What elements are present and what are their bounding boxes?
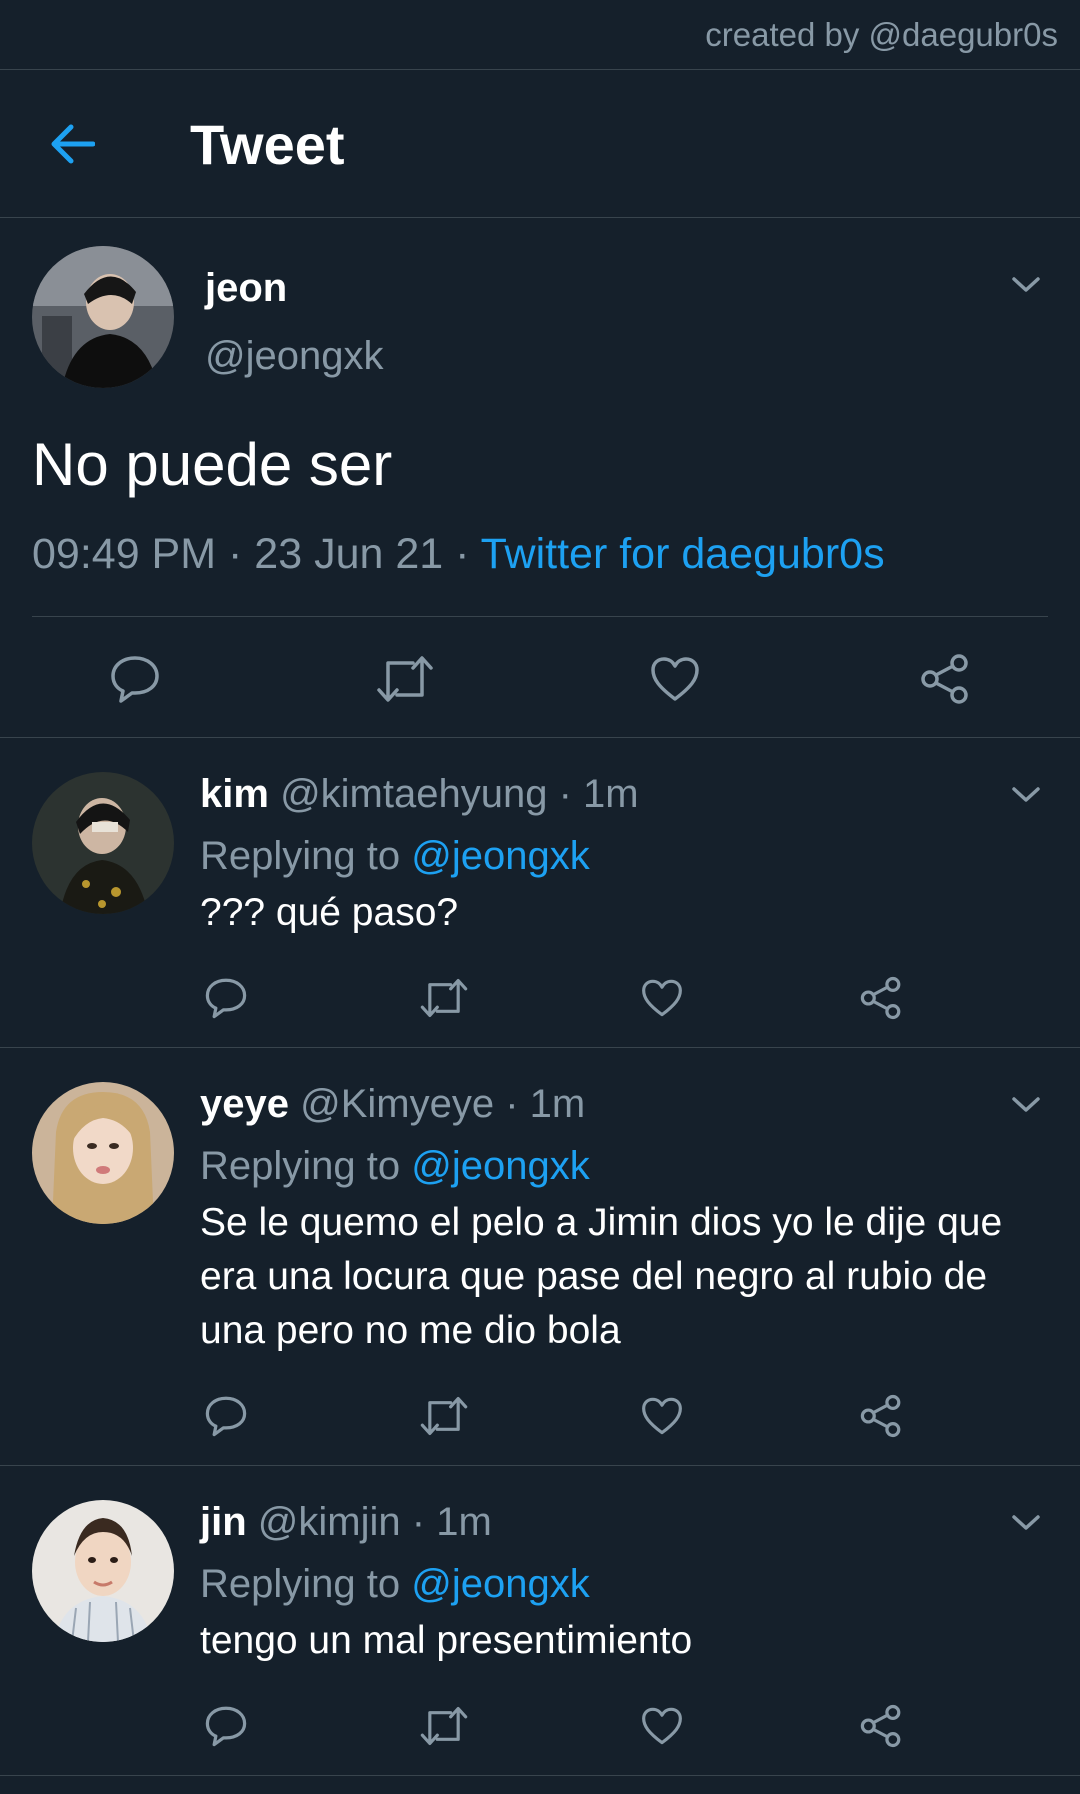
replying-to-mention[interactable]: @jeongxk [411,834,589,878]
tweet-age: 1m [529,1082,586,1126]
replying-to: Replying to @jeongxk [200,1144,590,1189]
heart-icon [651,657,699,701]
replying-to-mention[interactable]: @jeongxk [411,1144,589,1188]
credit-text: created by @daegubr0s [705,16,1058,53]
retweet-icon [420,978,468,1018]
chevron-down-icon [1012,1097,1040,1112]
replying-to: Replying to @jeongxk [200,1562,590,1607]
retweet-icon [420,1706,468,1746]
speech-bubble-icon [205,978,247,1019]
author-name[interactable]: jeon [205,266,287,311]
tweet-source-link[interactable]: Twitter for daegubr0s [481,530,885,578]
tweet-actions [0,618,1080,738]
more-options-button[interactable] [1006,780,1046,810]
reply-button[interactable] [195,1698,257,1754]
avatar[interactable] [32,246,174,388]
speech-bubble-icon [205,1396,247,1437]
tweet-date: 23 Jun 21 [254,530,444,578]
reply-text: tengo un mal presentimiento [200,1619,693,1662]
reply-text: ??? qué paso? [200,891,459,934]
share-button[interactable] [910,648,980,710]
tweet-age: 1m [583,772,639,816]
chevron-down-icon [1012,787,1040,802]
replying-to-label: Replying to [200,1562,401,1606]
author-handle[interactable]: @kimjin [258,1500,401,1544]
author-handle[interactable]: @kimtaehyung [280,772,547,816]
more-options-button[interactable] [1006,270,1046,300]
main-tweet: jeon @jeongxk No puede ser 09:49 PM · 23… [0,218,1080,738]
heart-icon [642,979,682,1017]
speech-bubble-icon [111,656,159,703]
share-button[interactable] [850,1388,912,1444]
reply-tweet[interactable]: yeye @Kimyeye · 1m Replying to @jeongxk … [0,1048,1080,1466]
author-handle[interactable]: @jeongxk [205,334,383,379]
retweet-button[interactable] [413,970,475,1026]
retweet-button[interactable] [413,1388,475,1444]
reply-button[interactable] [195,1388,257,1444]
share-icon [860,1704,901,1748]
author-name[interactable]: jin [200,1500,247,1544]
reply-header: jin @kimjin · 1m [200,1500,492,1545]
page-title: Tweet [190,113,345,176]
meta-separator: · [558,772,572,816]
reply-header: yeye @Kimyeye · 1m [200,1082,585,1127]
retweet-icon [377,656,433,702]
meta-separator: · [455,530,470,578]
like-button[interactable] [640,648,710,710]
more-options-button[interactable] [1006,1090,1046,1120]
retweet-button[interactable] [370,648,440,710]
author-name[interactable]: kim [200,772,269,816]
retweet-icon [420,1396,468,1436]
share-icon [860,976,901,1020]
credit-bar: created by @daegubr0s [0,0,1080,70]
meta-separator: · [228,530,243,578]
like-button[interactable] [631,970,693,1026]
tweet-text: No puede ser [32,431,393,498]
arrow-left-icon [51,124,95,164]
share-icon [921,654,968,704]
reply-tweet[interactable]: kim @kimtaehyung · 1m Replying to @jeong… [0,738,1080,1048]
author-handle[interactable]: @Kimyeye [300,1082,494,1126]
more-options-button[interactable] [1006,1508,1046,1538]
tweet-time: 09:49 PM [32,530,217,578]
replying-to-label: Replying to [200,834,401,878]
avatar[interactable] [32,772,174,914]
author-name[interactable]: yeye [200,1082,289,1126]
avatar[interactable] [32,1500,174,1642]
tweet-age: 1m [436,1500,492,1544]
back-button[interactable] [44,118,100,170]
meta-separator: · [505,1082,519,1126]
share-button[interactable] [850,1698,912,1754]
share-button[interactable] [850,970,912,1026]
share-icon [860,1394,901,1438]
replying-to-mention[interactable]: @jeongxk [411,1562,589,1606]
divider [32,616,1048,617]
avatar[interactable] [32,1082,174,1224]
reply-button[interactable] [100,648,170,710]
reply-text: Se le quemo el pelo a Jimin dios yo le d… [200,1201,1003,1352]
reply-button[interactable] [195,970,257,1026]
speech-bubble-icon [205,1706,247,1747]
reply-tweet[interactable]: jin @kimjin · 1m Replying to @jeongxk te… [0,1466,1080,1776]
heart-icon [642,1707,682,1745]
meta-separator: · [411,1500,426,1544]
like-button[interactable] [631,1388,693,1444]
tweet-meta: 09:49 PM · 23 Jun 21 · Twitter for daegu… [32,530,885,579]
top-app-bar: Tweet [0,70,1080,218]
retweet-button[interactable] [413,1698,475,1754]
like-button[interactable] [631,1698,693,1754]
replying-to-label: Replying to [200,1144,401,1188]
heart-icon [642,1397,682,1435]
replying-to: Replying to @jeongxk [200,834,590,879]
chevron-down-icon [1012,277,1040,292]
reply-header: kim @kimtaehyung · 1m [200,772,639,817]
chevron-down-icon [1012,1515,1040,1530]
